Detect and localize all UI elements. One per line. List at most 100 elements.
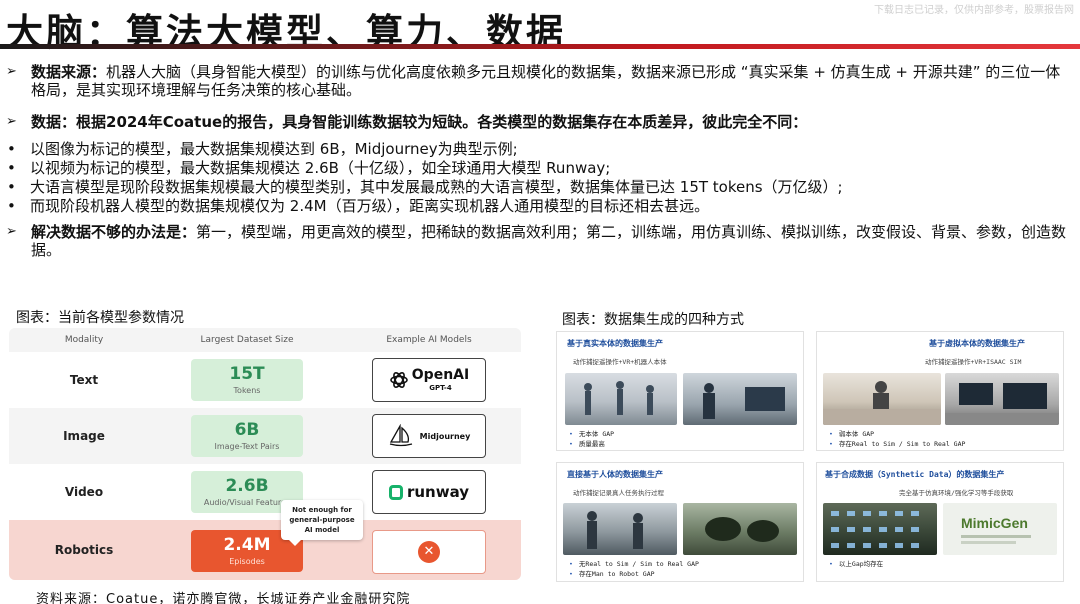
panel-notes: • 无Real to Sim / Sim to Real GAP • 存在Man t… — [569, 559, 699, 579]
model-logo-box: runway — [372, 470, 486, 514]
panel-subtitle: 动作捕捉遥操作+VR+ISAAC SIM — [925, 358, 1022, 366]
panel-note: • 存在Real to Sim / Sim to Real GAP — [829, 440, 966, 448]
photo-robots-lab — [565, 373, 677, 425]
note-dot-icon: • — [569, 560, 573, 568]
table-row: Video 2.6B Audio/Visual Features runway — [9, 464, 521, 520]
sim-grid-icon — [831, 511, 919, 548]
panel-notes: • 以上Gap均存在 — [829, 559, 883, 569]
model-dataset-table: Modality Largest Dataset Size Example AI… — [9, 328, 521, 580]
panel-notes: • 无本体 GAP • 质量最高 — [569, 429, 614, 449]
figure-caption-left: 图表：当前各模型参数情况 — [16, 310, 184, 326]
arrow-bullet-icon: ➢ — [6, 114, 17, 129]
bullet-item: • 以视频为标记的模型，最大数据集规模达 2.6B（十亿级），如全球通用大模型 R… — [4, 159, 1072, 177]
photo-sim-screens — [945, 373, 1059, 425]
model-name: Midjourney — [419, 431, 471, 441]
lead-solution: 解决数据不够的办法是： — [31, 223, 197, 241]
text-data-shortage: 数据：根据2024年Coatue的报告，具身智能训练数据较为短缺。各类模型的数据… — [31, 113, 808, 131]
note-dot-icon: • — [569, 440, 573, 448]
bullet-text: 以视频为标记的模型，最大数据集规模达 2.6B（十亿级），如全球通用大模型 Ru… — [30, 159, 611, 177]
modality-label: Image — [63, 429, 105, 443]
robot-figures-icon — [584, 381, 654, 415]
operator-icon — [703, 383, 785, 419]
photo-kitchen-robot — [823, 373, 941, 425]
panel-synthetic-data: 基于合成数据（Synthetic Data）的数据集生产 完全基于仿真环境/强化… — [816, 462, 1064, 582]
panel-subtitle: 动作捕捉遥操作+VR+机器人本体 — [573, 358, 667, 366]
robot-kitchen-icon — [823, 381, 941, 425]
paragraph-data-shortage: ➢ 数据：根据2024年Coatue的报告，具身智能训练数据较为短缺。各类模型的… — [4, 113, 1072, 131]
worker-icon — [587, 511, 643, 549]
note-dot-icon: • — [829, 440, 833, 448]
modality-label: Text — [69, 373, 99, 387]
note-dot-icon: • — [829, 430, 833, 438]
callout-line: general-purpose — [289, 516, 355, 524]
panel-note: • 无本体 GAP — [569, 430, 615, 438]
table-row: Robotics 2.4M Episodes ✕ — [9, 520, 521, 580]
bullet-text: 大语言模型是现阶段数据集规模最大的模型类别，其中发展最成熟的大语言模型，数据集体… — [30, 178, 843, 196]
callout-not-enough: Not enough for general-purpose AI model — [281, 500, 363, 546]
table-header-dataset-size: Largest Dataset Size — [200, 335, 294, 345]
table-row: Image 6B Image-Text Pairs Midjourney — [9, 408, 521, 464]
arrow-bullet-icon: ➢ — [6, 224, 17, 239]
model-logo-box: OpenAI GPT-4 — [372, 358, 486, 402]
bullet-item: • 以图像为标记的模型，最大数据集规模达到 6B，Midjourney为典型示例; — [4, 140, 1072, 158]
bullet-item: • 而现阶段机器人模型的数据集规模仅为 2.4M（百万级），距离实现机器人通用模型… — [4, 197, 1072, 215]
dot-bullet-icon: • — [7, 140, 16, 158]
text-data-source: 机器人大脑（具身智能大模型）的训练与优化高度依赖多元且规模化的数据集，数据来源已… — [31, 63, 1061, 99]
panel-note: • 存在Man to Robot GAP — [569, 570, 655, 578]
dataset-methods-figure: 基于真实本体的数据集生产 动作捕捉遥操作+VR+机器人本体 • 无本体 GAP •… — [556, 331, 1071, 583]
panel-title: 基于虚拟本体的数据集生产 — [929, 339, 1025, 348]
model-logo-box: ✕ — [372, 530, 486, 574]
bullet-item: • 大语言模型是现阶段数据集规模最大的模型类别，其中发展最成熟的大语言模型，数据集… — [4, 178, 1072, 196]
note-dot-icon: • — [829, 560, 833, 568]
panel-subtitle: 动作捕捉记录真人任务执行过程 — [573, 489, 664, 497]
openai-icon — [389, 372, 408, 388]
panel-notes: • 弱本体 GAP • 存在Real to Sim / Sim to Real GA… — [829, 429, 965, 449]
arrow-bullet-icon: ➢ — [6, 64, 17, 79]
panel-subtitle: 完全基于仿真环境/强化学习等手段获取 — [899, 489, 1014, 497]
dot-bullet-icon: • — [7, 178, 16, 196]
dataset-size-value: 6B — [234, 420, 260, 440]
dataset-size-value: 2.6B — [225, 476, 269, 496]
figure-caption-right: 图表：数据集生成的四种方式 — [562, 312, 744, 328]
model-name: runway — [406, 483, 470, 501]
photo-sim-grid — [823, 503, 937, 555]
panel-note: • 质量最高 — [569, 440, 605, 448]
panel-title: 直接基于人体的数据集生产 — [567, 470, 663, 479]
panel-note: • 弱本体 GAP — [829, 430, 875, 438]
source-note: 资料来源：Coatue，诺亦腾官微，长城证券产业金融研究院 — [36, 592, 411, 604]
dataset-size-unit: Episodes — [229, 557, 265, 566]
model-name: OpenAI — [411, 367, 470, 383]
table-header-example-models: Example AI Models — [386, 335, 472, 345]
note-dot-icon: • — [569, 430, 573, 438]
modality-label: Video — [64, 485, 104, 499]
close-icon: ✕ — [418, 541, 440, 563]
dataset-size-box: 6B Image-Text Pairs — [191, 415, 303, 457]
model-logo-box: Midjourney — [372, 414, 486, 458]
panel-title: 基于合成数据（Synthetic Data）的数据集生产 — [825, 470, 1005, 479]
midjourney-logo: Midjourney — [388, 424, 471, 448]
photo-vr-operator — [683, 373, 797, 425]
table-row: Text 15T Tokens OpenAI GPT-4 — [9, 352, 521, 408]
modality-label: Robotics — [54, 543, 114, 557]
mimicgen-logo: MimicGen — [961, 515, 1028, 531]
bullet-text: 而现阶段机器人模型的数据集规模仅为 2.4M（百万级），距离实现机器人通用模型的… — [30, 197, 710, 215]
paragraph-solution: ➢ 解决数据不够的办法是：第一，模型端，用更高效的模型，把稀缺的数据高效利用；第… — [4, 223, 1072, 259]
runway-logo: runway — [388, 483, 470, 501]
dataset-size-unit: Image-Text Pairs — [214, 442, 280, 451]
dot-bullet-icon: • — [7, 159, 16, 177]
openai-logo: OpenAI GPT-4 — [389, 368, 469, 392]
panel-title: 基于真实本体的数据集生产 — [567, 339, 663, 348]
photo-factory-workers — [563, 503, 677, 555]
title-divider — [0, 44, 1080, 49]
panel-human-body: 直接基于人体的数据集生产 动作捕捉记录真人任务执行过程 • 无Real to Si… — [556, 462, 804, 582]
lead-data-source: 数据来源： — [31, 63, 107, 81]
table-header-modality: Modality — [64, 335, 104, 345]
dataset-size-value: 15T — [229, 364, 265, 384]
panel-virtual-robot: 基于虚拟本体的数据集生产 动作捕捉遥操作+VR+ISAAC SIM • 弱本体 G… — [816, 331, 1064, 451]
glove-icon — [705, 517, 779, 542]
callout-line: AI model — [304, 526, 340, 534]
panel-real-robot: 基于真实本体的数据集生产 动作捕捉遥操作+VR+机器人本体 • 无本体 GAP •… — [556, 331, 804, 451]
banner-line — [961, 541, 1016, 544]
banner-line — [961, 535, 1031, 538]
mimicgen-banner: MimicGen — [943, 503, 1057, 555]
